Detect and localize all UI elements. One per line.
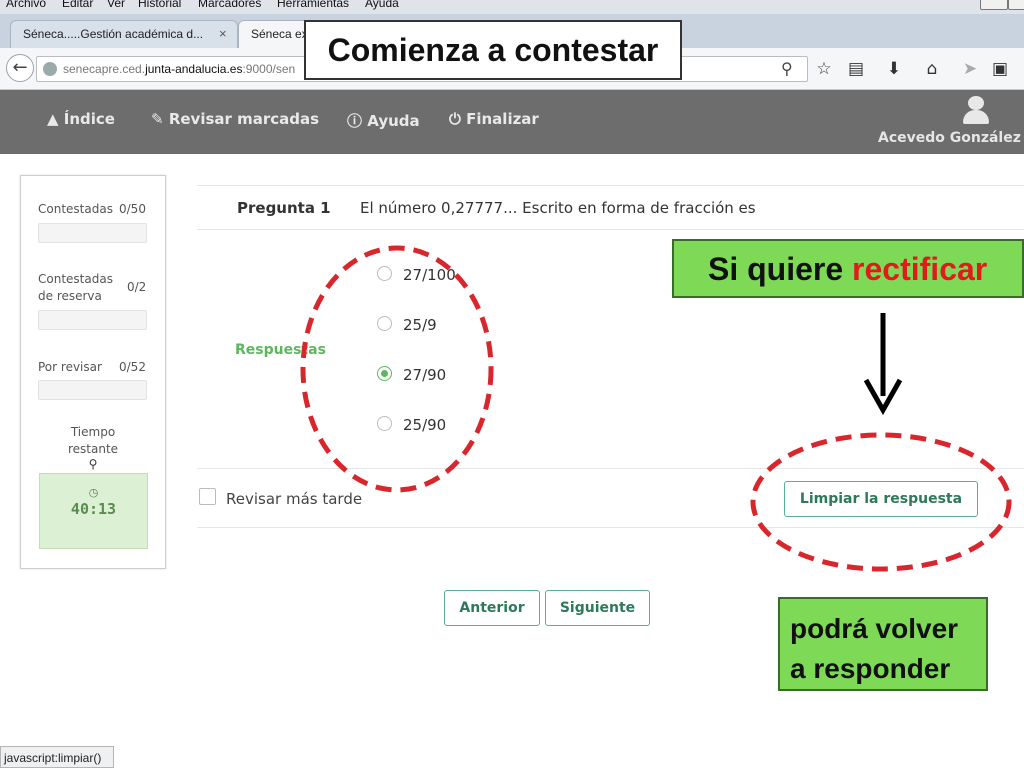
rectify-highlight: rectificar	[852, 251, 988, 287]
dashed-ellipse-clear-button	[750, 432, 1012, 572]
title-callout: Comienza a contestar	[304, 20, 682, 80]
answer-again-callout: podrá volver a responder	[778, 597, 988, 691]
dashed-ellipse-options	[300, 245, 494, 493]
rectify-callout: Si quiere rectificar	[672, 239, 1024, 298]
answer-again-line1: podrá volver	[790, 613, 959, 644]
status-bar: javascript:limpiar()	[0, 746, 114, 768]
answer-again-line2: a responder	[790, 653, 951, 684]
